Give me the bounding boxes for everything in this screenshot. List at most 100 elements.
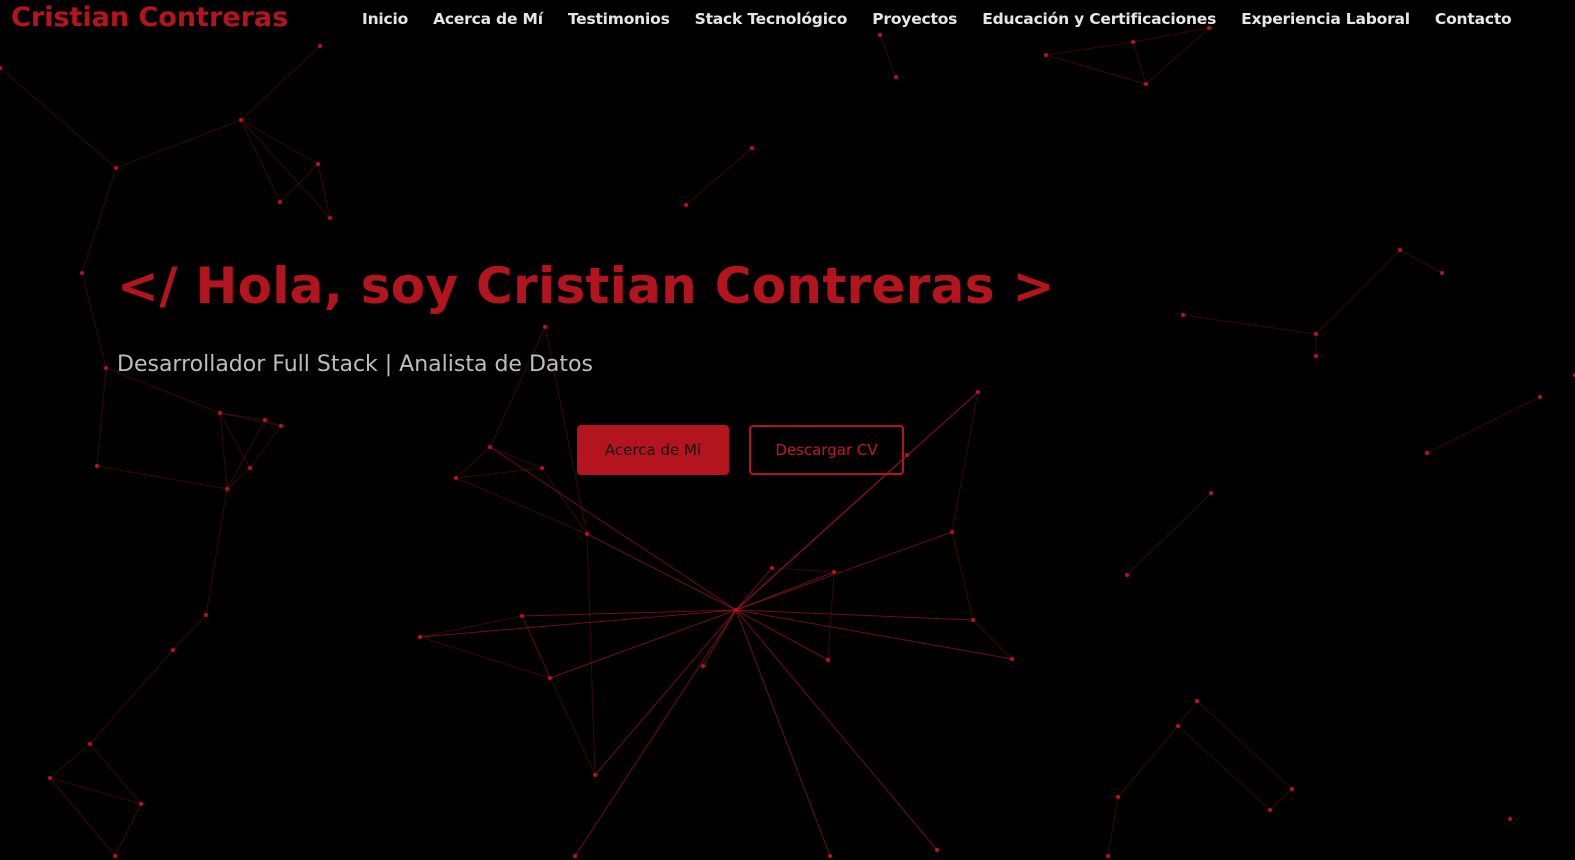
- network-node: [585, 532, 589, 536]
- network-node: [1538, 395, 1542, 399]
- network-node: [418, 635, 422, 639]
- network-node: [139, 802, 143, 806]
- network-link: [240, 119, 319, 165]
- network-node: [520, 614, 524, 618]
- hero-subtitle: Desarrollador Full Stack | Analista de D…: [117, 352, 593, 377]
- network-node: [593, 773, 597, 777]
- network-link: [1145, 27, 1210, 85]
- network-link: [951, 531, 974, 621]
- network-node: [1125, 573, 1129, 577]
- network-node: [1209, 491, 1213, 495]
- network-node: [1176, 724, 1180, 728]
- network-link: [419, 636, 551, 679]
- network-node: [454, 476, 458, 480]
- network-link: [114, 803, 142, 857]
- network-link: [1132, 27, 1210, 43]
- network-link: [594, 609, 737, 776]
- nav-link-contacto[interactable]: Contacto: [1435, 10, 1512, 28]
- network-node: [328, 216, 332, 220]
- nav-link-educacion[interactable]: Educación y Certificaciones: [982, 10, 1216, 28]
- network-node: [318, 44, 322, 48]
- network-link: [89, 743, 142, 805]
- network-link: [1126, 492, 1212, 576]
- network-node: [48, 776, 52, 780]
- network-link: [735, 454, 908, 611]
- network-link: [1182, 314, 1317, 335]
- network-node: [1314, 332, 1318, 336]
- network-link: [735, 609, 831, 857]
- network-node: [225, 487, 229, 491]
- network-link: [685, 147, 753, 206]
- network-node: [113, 854, 117, 858]
- network-link: [205, 488, 228, 616]
- network-node: [734, 608, 738, 612]
- network-link: [1132, 41, 1147, 85]
- network-node: [1144, 82, 1148, 86]
- network-link: [240, 119, 281, 203]
- network-link: [455, 446, 491, 479]
- network-node: [1425, 451, 1429, 455]
- network-node: [878, 33, 882, 37]
- download-cv-button[interactable]: Descargar CV: [749, 425, 904, 475]
- nav-link-acerca[interactable]: Acerca de Mí: [433, 10, 543, 28]
- network-node: [828, 854, 832, 858]
- network-node: [114, 166, 118, 170]
- network-node: [248, 466, 252, 470]
- network-link: [317, 163, 331, 219]
- network-node: [750, 146, 754, 150]
- network-node: [80, 271, 84, 275]
- network-link: [586, 533, 737, 611]
- network-node: [239, 118, 243, 122]
- network-node: [905, 453, 909, 457]
- network-link: [1045, 54, 1147, 85]
- network-node: [976, 390, 980, 394]
- network-node: [543, 325, 547, 329]
- network-node: [263, 418, 267, 422]
- network-link: [1426, 396, 1541, 454]
- network-node: [1290, 787, 1294, 791]
- network-link: [906, 391, 979, 456]
- network-link: [951, 391, 979, 533]
- nav-link-stack[interactable]: Stack Tecnológico: [695, 10, 848, 28]
- network-node: [950, 530, 954, 534]
- network-node: [316, 162, 320, 166]
- network-node: [279, 424, 283, 428]
- hero-title: </ Hola, soy Cristian Contreras >: [117, 257, 1055, 315]
- network-link: [49, 777, 142, 805]
- network-link: [879, 34, 897, 78]
- network-node: [971, 618, 975, 622]
- about-me-button[interactable]: Acerca de Mí: [577, 425, 729, 475]
- network-link: [115, 119, 242, 169]
- network-link: [0, 67, 117, 169]
- network-node: [832, 570, 836, 574]
- network-node: [540, 466, 544, 470]
- network-link: [1045, 41, 1134, 56]
- nav-link-inicio[interactable]: Inicio: [362, 10, 408, 28]
- network-node: [770, 566, 774, 570]
- nav-link-experiencia[interactable]: Experiencia Laboral: [1241, 10, 1410, 28]
- network-link: [81, 272, 107, 369]
- network-node: [1508, 817, 1512, 821]
- network-link: [574, 609, 737, 857]
- network-node: [1268, 808, 1272, 812]
- network-link: [1177, 725, 1271, 811]
- brand-logo[interactable]: Cristian Contreras: [11, 2, 288, 33]
- network-link: [240, 45, 321, 121]
- network-node: [1181, 313, 1185, 317]
- network-node: [684, 203, 688, 207]
- network-node: [104, 366, 108, 370]
- network-node: [488, 445, 492, 449]
- network-link: [827, 571, 835, 661]
- network-link: [226, 419, 266, 490]
- network-link: [1269, 788, 1293, 811]
- network-node: [1044, 53, 1048, 57]
- network-link: [226, 467, 251, 490]
- nav-link-testimonios[interactable]: Testimonios: [568, 10, 670, 28]
- nav-link-proyectos[interactable]: Proyectos: [872, 10, 957, 28]
- network-link: [771, 567, 835, 573]
- network-link: [89, 649, 174, 745]
- network-link: [219, 412, 282, 427]
- network-link: [735, 609, 829, 661]
- network-node: [935, 848, 939, 852]
- network-node: [1106, 854, 1110, 858]
